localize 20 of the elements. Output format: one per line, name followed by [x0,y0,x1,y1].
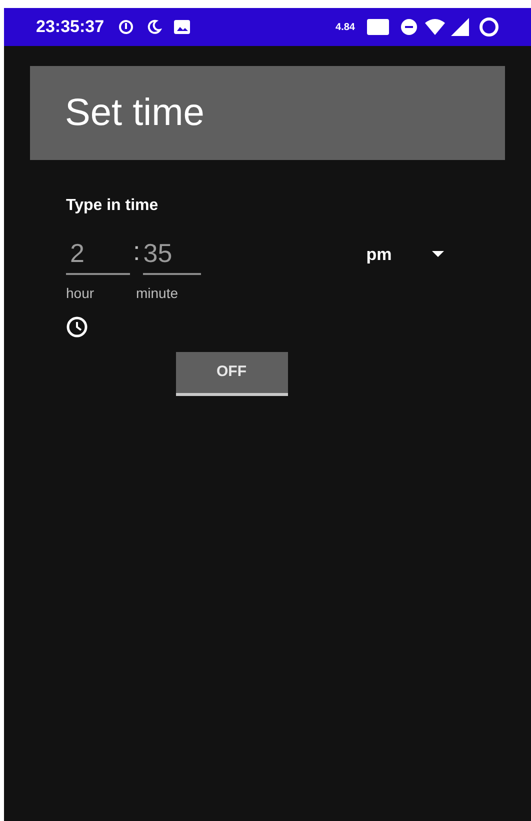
title: Set time [65,90,204,136]
alert-icon [118,19,134,35]
do-not-disturb-icon [401,19,417,35]
moon-icon [146,19,162,35]
time-separator: : [133,235,140,268]
toggle-button[interactable]: OFF [176,352,288,396]
section-label: Type in time [66,196,160,216]
wifi-icon [425,19,445,35]
hour-input[interactable]: 2 [66,234,130,275]
hour-label: hour [66,284,96,303]
battery-ring-icon [479,17,499,37]
status-time: 23:35:37 [36,16,104,38]
signal-icon [451,18,469,36]
dropdown-caret-icon [432,251,444,258]
image-icon [174,20,190,34]
minute-input[interactable]: 35 [143,234,202,275]
clock-icon[interactable] [66,316,88,338]
period-dropdown[interactable]: pm [366,242,444,275]
minute-label: minute [136,284,178,303]
net-speed: 4.84 [336,20,355,34]
